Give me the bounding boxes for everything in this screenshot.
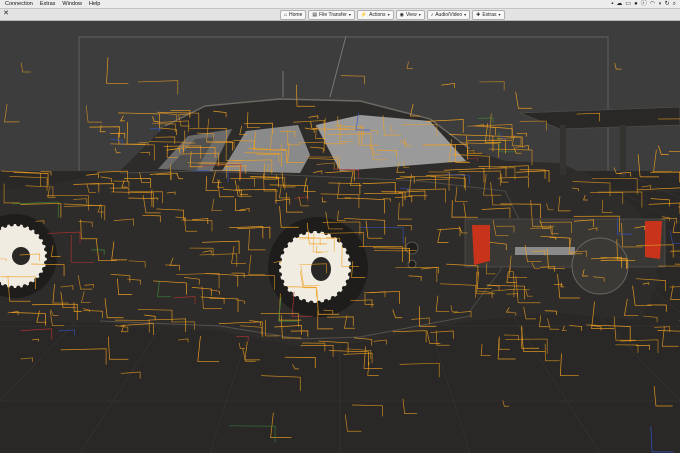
taillight-right [645,221,662,259]
chevron-down-icon: ▾ [348,12,351,17]
menu-bar: Connection Extras Window Help ▪ ☁ ▭ ● ⓘ ◠ ◖ ↻ ⌕ [0,0,680,9]
chevron-down-icon: ▾ [387,12,390,17]
toolbar-button-label: File Transfer [319,12,347,18]
chevron-down-icon: ▾ [498,12,501,17]
cloud-icon[interactable]: ☁ [616,0,622,8]
volume-icon[interactable]: ◖ [658,0,662,8]
file-transfer-button[interactable]: ▤ File Transfer ▾ [308,10,355,20]
menu-help[interactable]: Help [89,0,100,8]
sync-icon[interactable]: ↻ [665,0,670,8]
car-wing-strut-right [620,125,626,177]
door-lock-upper [405,241,419,255]
audio-video-button[interactable]: ♪ Audio/Video ▾ [426,10,471,20]
menu-connection[interactable]: Connection [5,0,33,8]
remote-desktop-3d-viewport[interactable] [0,21,680,453]
home-icon: ⌂ [284,12,288,18]
3d-car-scene[interactable] [0,21,680,453]
eye-icon: ◉ [399,12,404,18]
rear-wheel-hub [571,237,629,295]
chevron-down-icon: ▾ [464,12,467,17]
audio-video-icon: ♪ [430,12,434,18]
toolbar-button-label: Audio/Video [435,12,463,18]
menu-window[interactable]: Window [62,0,82,8]
close-session-button[interactable]: ✕ [2,10,10,18]
extras-icon: ✚ [476,12,481,18]
camera-icon[interactable]: ▪ [611,0,613,8]
extras-button[interactable]: ✚ Extras ▾ [472,10,505,20]
wifi-icon[interactable]: ◠ [650,0,655,8]
toolbar-button-label: Home [289,12,303,18]
actions-icon: ⚡ [360,12,368,18]
toolbar-button-label: Extras [482,12,497,18]
car-wing-strut-left [560,125,566,175]
menu-extras[interactable]: Extras [40,0,56,8]
toolbar-button-label: Actions [369,12,386,18]
chevron-down-icon: ▾ [418,12,421,17]
status-tray: ▪ ☁ ▭ ● ⓘ ◠ ◖ ↻ ⌕ [611,0,676,8]
record-icon[interactable]: ● [634,0,638,8]
info-icon[interactable]: ⓘ [641,0,647,8]
file-transfer-icon: ▤ [312,12,318,18]
toolbar-button-label: View [405,12,417,18]
taillight-left [472,225,490,265]
home-button[interactable]: ⌂ Home [280,10,307,20]
toolbar-button-group: ⌂ Home ▤ File Transfer ▾ ⚡ Actions ▾ ◉ View ▾ ♪ Audi… [280,10,505,20]
remote-toolbar: ✕ ⌂ Home ▤ File Transfer ▾ ⚡ Actions ▾ ◉ View ▾ ♪ Au… [0,9,680,21]
view-button[interactable]: ◉ View ▾ [395,10,425,20]
search-icon[interactable]: ⌕ [673,0,676,8]
battery-icon[interactable]: ▭ [625,0,631,8]
actions-button[interactable]: ⚡ Actions ▾ [356,10,394,20]
